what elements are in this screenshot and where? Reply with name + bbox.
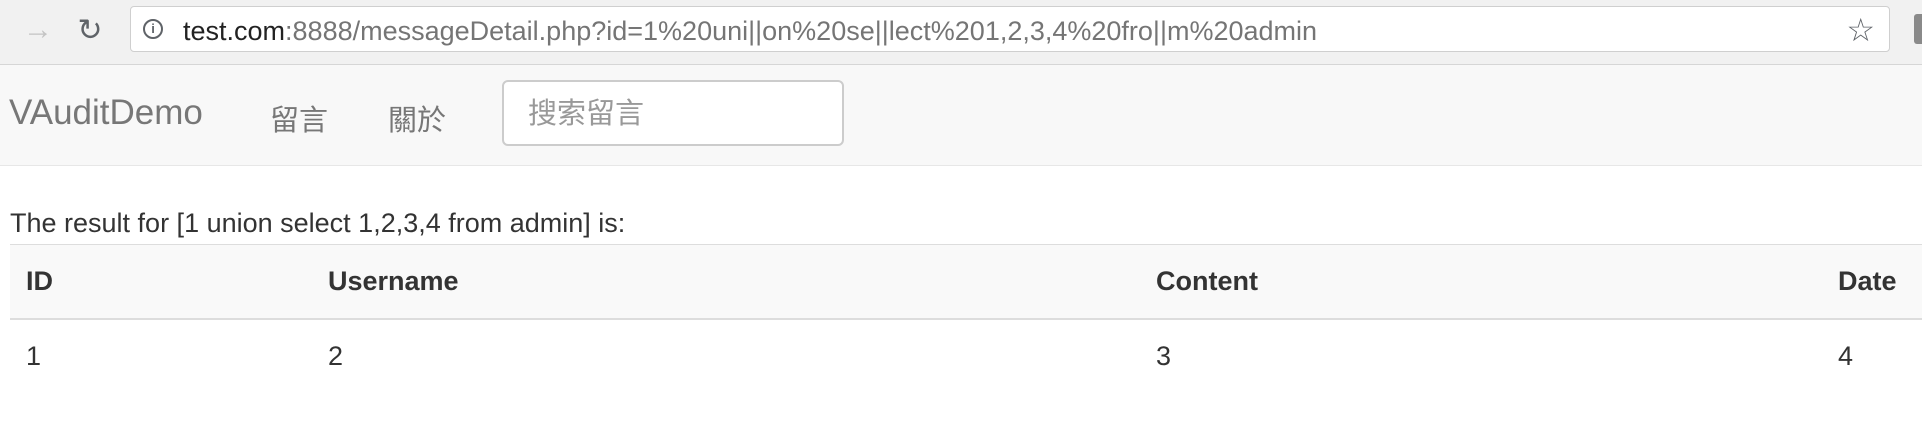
cell-username: 2 — [312, 318, 1140, 395]
info-icon[interactable]: i — [143, 19, 163, 39]
results-table: ID Username Content Date 1 2 3 4 — [10, 244, 1922, 395]
column-header-username: Username — [312, 244, 1140, 320]
column-header-id: ID — [10, 244, 312, 320]
url-text[interactable]: test.com:8888/messageDetail.php?id=1%20u… — [183, 16, 1317, 47]
star-icon[interactable]: ☆ — [1846, 11, 1875, 49]
table-header-row: ID Username Content Date — [10, 244, 1922, 320]
forward-icon[interactable]: → — [16, 8, 60, 52]
result-heading: The result for [1 union select 1,2,3,4 f… — [10, 208, 626, 238]
brand-link[interactable]: VAuditDemo — [9, 93, 203, 133]
nav-link-messages[interactable]: 留言 — [270, 97, 328, 139]
extension-icon[interactable] — [1914, 14, 1922, 44]
column-header-content: Content — [1140, 244, 1822, 320]
cell-date: 4 — [1822, 318, 1922, 395]
search-input[interactable] — [502, 80, 844, 146]
reload-icon[interactable]: ↻ — [68, 8, 112, 52]
cell-content: 3 — [1140, 318, 1822, 395]
table-row: 1 2 3 4 — [10, 318, 1922, 395]
address-bar[interactable]: i test.com:8888/messageDetail.php?id=1%2… — [130, 6, 1890, 52]
cell-id: 1 — [10, 318, 312, 395]
url-path: :8888/messageDetail.php?id=1%20uni||on%2… — [285, 16, 1318, 46]
nav-link-about[interactable]: 關於 — [388, 97, 446, 139]
column-header-date: Date — [1822, 244, 1922, 320]
site-navbar: VAuditDemo 留言 關於 — [0, 65, 1922, 166]
browser-toolbar: → ↻ i test.com:8888/messageDetail.php?id… — [0, 0, 1922, 65]
url-host: test.com — [183, 16, 286, 46]
